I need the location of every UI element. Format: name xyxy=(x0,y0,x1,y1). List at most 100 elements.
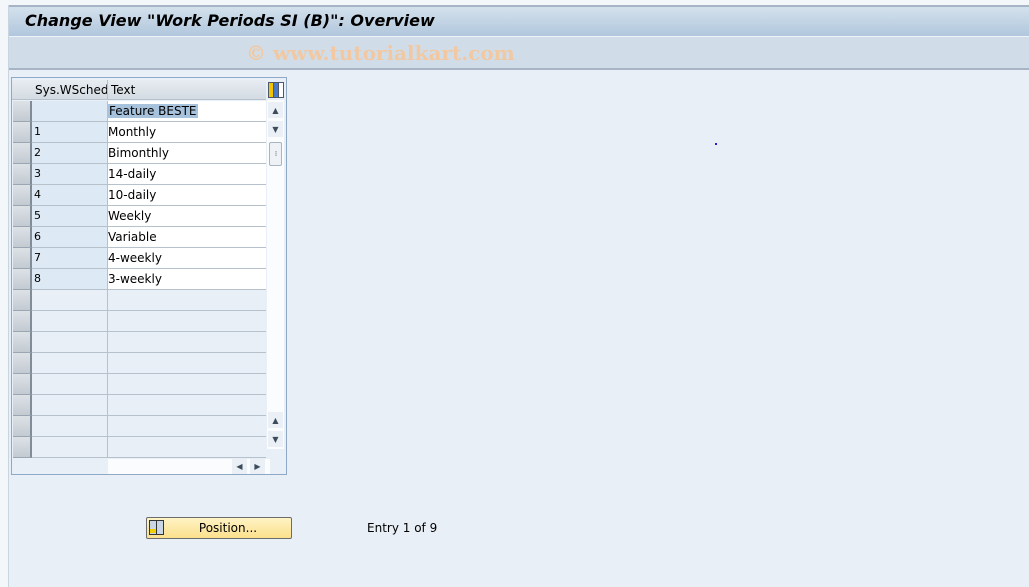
scroll-page-up-icon[interactable]: ▲ xyxy=(268,412,283,428)
table-row-empty[interactable] xyxy=(12,416,266,437)
cell-text-value: Weekly xyxy=(108,209,152,223)
vertical-scrollbar[interactable]: ▲ ▼ ⁞⁞ ▲ ▼ xyxy=(267,100,284,449)
cell-text-value: Feature BESTE xyxy=(108,104,198,118)
cell-sys-wsched[interactable]: 3 xyxy=(32,164,108,185)
table-row-empty[interactable] xyxy=(12,332,266,353)
row-selector[interactable] xyxy=(13,269,32,290)
watermark: © www.tutorialkart.com xyxy=(246,41,515,65)
row-selector[interactable] xyxy=(13,311,32,332)
cell-text-value: 14-daily xyxy=(108,167,157,181)
cell-sys-wsched[interactable]: 5 xyxy=(32,206,108,227)
cell-sys-wsched[interactable] xyxy=(32,374,108,395)
work-periods-table: Sys.WSched Text Feature BESTE 1 Monthly 2 Bi… xyxy=(11,77,287,475)
table-row-empty[interactable] xyxy=(12,437,266,458)
table-body: Feature BESTE 1 Monthly 2 Bimonthly 3 14-daily… xyxy=(12,101,266,458)
scroll-right-icon[interactable]: ▶ xyxy=(250,459,265,474)
cell-text[interactable] xyxy=(108,374,266,395)
cell-text[interactable]: 4-weekly xyxy=(108,248,266,269)
stray-dot xyxy=(715,143,717,145)
cell-text[interactable] xyxy=(108,395,266,416)
cell-sys-wsched[interactable] xyxy=(32,101,108,122)
row-selector[interactable] xyxy=(13,101,32,122)
cell-text[interactable] xyxy=(108,311,266,332)
table-row[interactable]: 7 4-weekly xyxy=(12,248,266,269)
scroll-down-icon[interactable]: ▼ xyxy=(268,121,283,137)
cell-text[interactable]: Weekly xyxy=(108,206,266,227)
cell-text[interactable]: 10-daily xyxy=(108,185,266,206)
table-row-empty[interactable] xyxy=(12,353,266,374)
table-row[interactable]: 6 Variable xyxy=(12,227,266,248)
row-selector[interactable] xyxy=(13,374,32,395)
cell-sys-wsched[interactable]: 6 xyxy=(32,227,108,248)
title-bar: Change View "Work Periods SI (B)": Overv… xyxy=(9,5,1029,36)
cell-sys-wsched[interactable] xyxy=(32,437,108,458)
table-row[interactable]: 4 10-daily xyxy=(12,185,266,206)
cell-text[interactable] xyxy=(108,437,266,458)
table-settings-icon[interactable] xyxy=(268,82,284,98)
cell-text[interactable]: Monthly xyxy=(108,122,266,143)
cell-text[interactable]: 3-weekly xyxy=(108,269,266,290)
cell-text[interactable]: Feature BESTE xyxy=(108,101,266,122)
horizontal-scrollbar[interactable]: ◀ ▶ xyxy=(108,459,270,474)
cell-sys-wsched[interactable]: 2 xyxy=(32,143,108,164)
cell-text-value: Variable xyxy=(108,230,157,244)
cell-sys-wsched[interactable]: 8 xyxy=(32,269,108,290)
table-row-empty[interactable] xyxy=(12,374,266,395)
cell-sys-wsched[interactable] xyxy=(32,353,108,374)
cell-sys-wsched[interactable] xyxy=(32,290,108,311)
cell-text[interactable] xyxy=(108,353,266,374)
entry-count: Entry 1 of 9 xyxy=(367,521,438,535)
cell-text-value: 10-daily xyxy=(108,188,157,202)
cell-sys-wsched[interactable] xyxy=(32,332,108,353)
cell-text[interactable]: Bimonthly xyxy=(108,143,266,164)
cell-text[interactable] xyxy=(108,290,266,311)
cell-text-value: Monthly xyxy=(108,125,157,139)
table-row[interactable]: 1 Monthly xyxy=(12,122,266,143)
cell-text-value: 3-weekly xyxy=(108,272,162,286)
cell-text-value: Bimonthly xyxy=(108,146,169,160)
table-row[interactable]: 3 14-daily xyxy=(12,164,266,185)
row-selector[interactable] xyxy=(13,332,32,353)
application-toolbar: © www.tutorialkart.com xyxy=(9,36,1029,70)
cell-sys-wsched[interactable] xyxy=(32,395,108,416)
scroll-up-icon[interactable]: ▲ xyxy=(268,102,283,118)
row-selector[interactable] xyxy=(13,248,32,269)
cell-text[interactable] xyxy=(108,332,266,353)
row-selector[interactable] xyxy=(13,395,32,416)
table-row[interactable]: 8 3-weekly xyxy=(12,269,266,290)
cell-sys-wsched[interactable]: 1 xyxy=(32,122,108,143)
column-header-sys-wsched[interactable]: Sys.WSched xyxy=(32,80,108,100)
position-button[interactable]: Position... xyxy=(146,517,292,539)
table-row[interactable]: 5 Weekly xyxy=(12,206,266,227)
main-screen: Change View "Work Periods SI (B)": Overv… xyxy=(8,5,1029,587)
table-row-empty[interactable] xyxy=(12,311,266,332)
cell-sys-wsched[interactable] xyxy=(32,416,108,437)
row-selector[interactable] xyxy=(13,416,32,437)
row-selector[interactable] xyxy=(13,353,32,374)
row-selector[interactable] xyxy=(13,290,32,311)
cell-sys-wsched[interactable] xyxy=(32,311,108,332)
scroll-page-down-icon[interactable]: ▼ xyxy=(268,431,283,447)
table-row[interactable]: Feature BESTE xyxy=(12,101,266,122)
select-all-header[interactable] xyxy=(12,80,32,100)
row-selector[interactable] xyxy=(13,143,32,164)
position-icon xyxy=(149,520,164,535)
row-selector[interactable] xyxy=(13,185,32,206)
cell-sys-wsched[interactable]: 7 xyxy=(32,248,108,269)
cell-text[interactable]: Variable xyxy=(108,227,266,248)
column-header-text[interactable]: Text xyxy=(108,80,266,100)
cell-text-value: 4-weekly xyxy=(108,251,162,265)
scroll-thumb[interactable]: ⁞⁞ xyxy=(269,142,282,166)
row-selector[interactable] xyxy=(13,122,32,143)
table-row-empty[interactable] xyxy=(12,395,266,416)
cell-sys-wsched[interactable]: 4 xyxy=(32,185,108,206)
scroll-left-icon[interactable]: ◀ xyxy=(232,459,247,474)
row-selector[interactable] xyxy=(13,437,32,458)
row-selector[interactable] xyxy=(13,164,32,185)
cell-text[interactable] xyxy=(108,416,266,437)
cell-text[interactable]: 14-daily xyxy=(108,164,266,185)
table-row[interactable]: 2 Bimonthly xyxy=(12,143,266,164)
row-selector[interactable] xyxy=(13,227,32,248)
table-row-empty[interactable] xyxy=(12,290,266,311)
row-selector[interactable] xyxy=(13,206,32,227)
